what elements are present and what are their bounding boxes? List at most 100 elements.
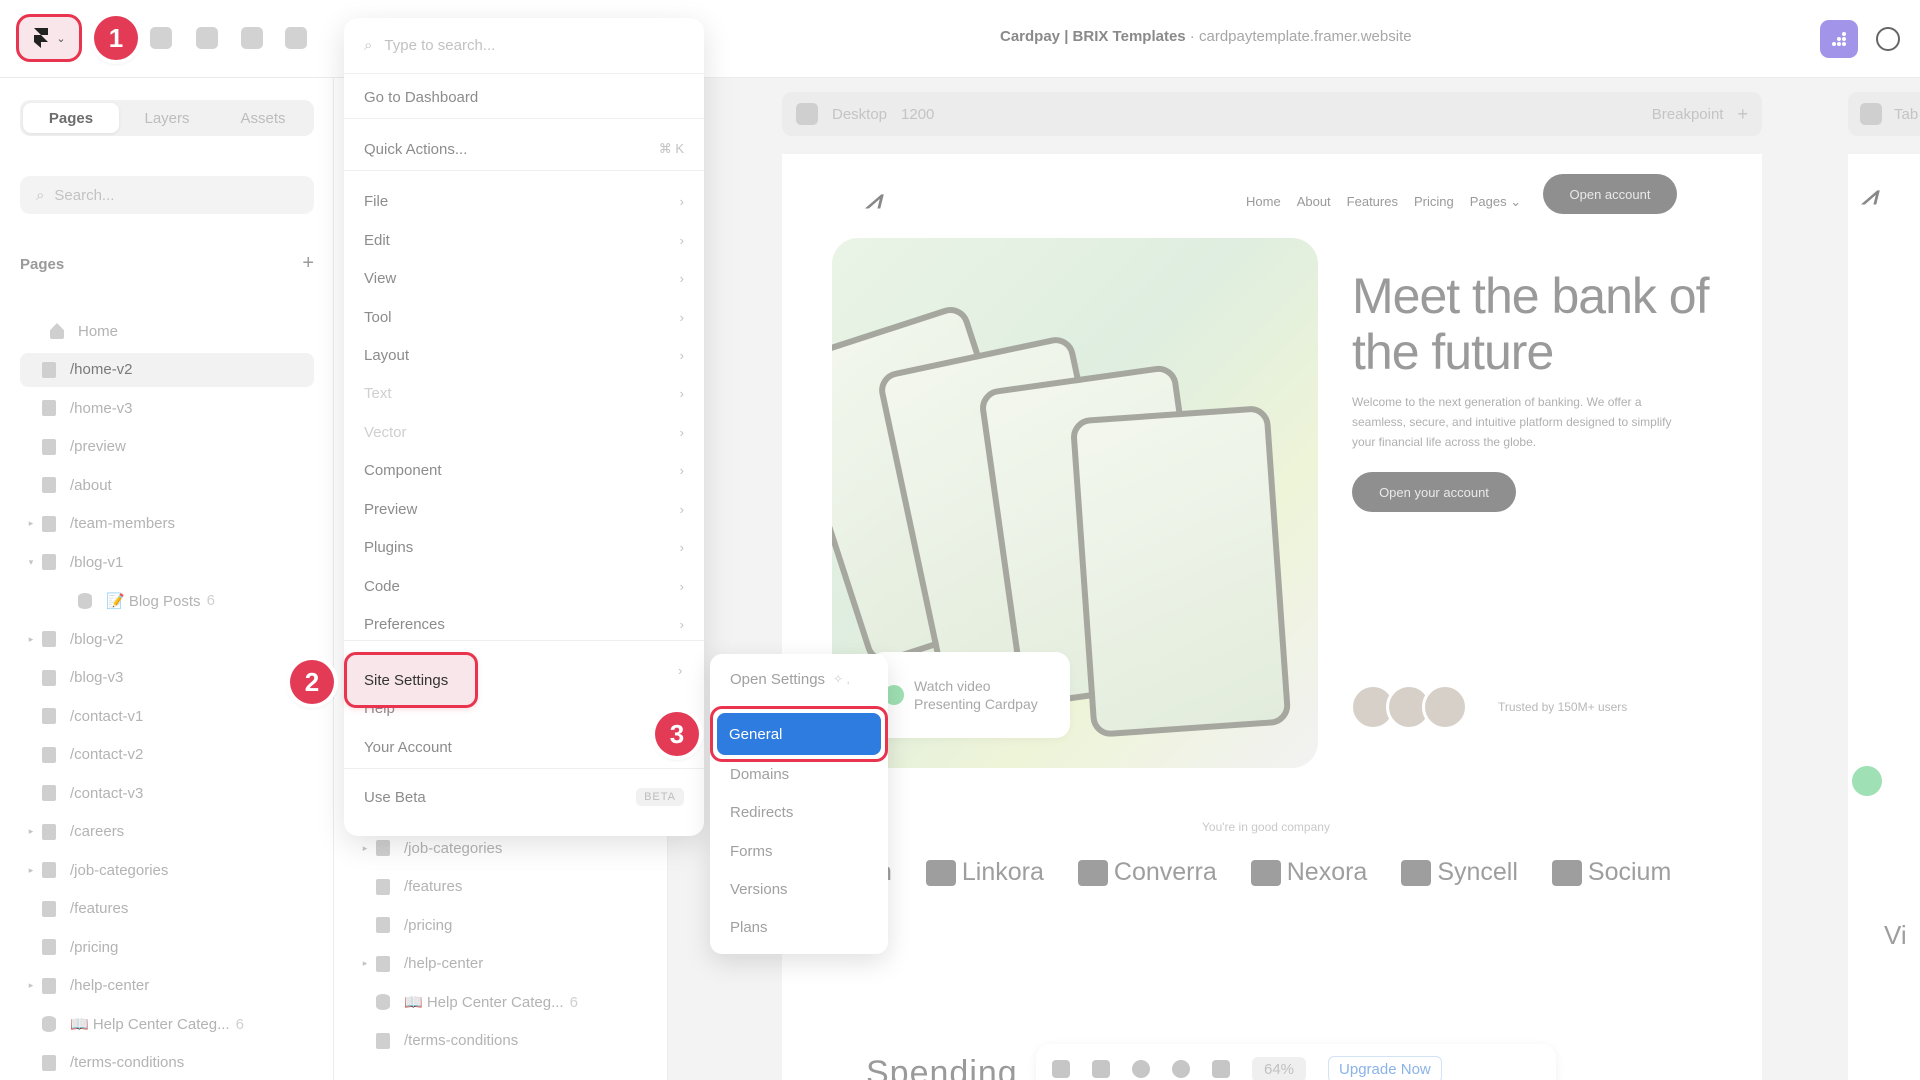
pages-search-input[interactable]: ⌕ Search... <box>20 176 314 214</box>
hand-icon[interactable] <box>1092 1060 1110 1078</box>
page-item[interactable]: ▸ /help-center <box>354 947 654 981</box>
menu-item-your-account[interactable]: Your Account <box>344 728 704 766</box>
menu-item-component[interactable]: Component › <box>344 451 704 489</box>
vector-tool-icon[interactable] <box>241 27 263 49</box>
site-settings-menu-item[interactable]: Site Settings <box>344 652 478 708</box>
trusted-text: Trusted by 150M+ users <box>1498 700 1628 714</box>
submenu-item-open-settings[interactable]: Open Settings ✧ , <box>710 660 888 698</box>
menu-item-preferences[interactable]: Preferences › <box>344 605 704 643</box>
submenu-item-versions[interactable]: Versions <box>710 870 888 908</box>
brand-linkora: Linkora <box>925 858 1044 887</box>
expand-arrow-icon[interactable]: ▸ <box>20 518 42 529</box>
page-item[interactable]: /contact-v2 <box>20 738 314 772</box>
submenu-item-plans[interactable]: Plans <box>710 908 888 946</box>
page-item[interactable]: /features <box>354 870 654 904</box>
expand-arrow-icon[interactable]: ▸ <box>20 826 42 837</box>
menu-item-label: Code <box>364 577 400 595</box>
page-item[interactable]: ▸ /team-members <box>20 507 314 541</box>
submenu-item-general[interactable]: General <box>710 706 888 762</box>
expand-arrow-icon[interactable]: ▸ <box>20 865 42 876</box>
page-item[interactable]: /contact-v1 <box>20 699 314 733</box>
preview-play-icon[interactable] <box>1860 103 1882 125</box>
expand-arrow-icon[interactable]: ▸ <box>20 634 42 645</box>
nav-features: Features <box>1346 194 1398 209</box>
tablet-frame[interactable]: ⩘ Vi <box>1848 154 1920 1080</box>
submenu-item-redirects[interactable]: Redirects <box>710 793 888 831</box>
upgrade-now-button[interactable]: Upgrade Now <box>1328 1055 1442 1080</box>
tab-pages[interactable]: Pages <box>23 103 119 133</box>
page-item[interactable]: /blog-v3 <box>20 661 314 695</box>
page-item[interactable]: 📖 Help Center Categ... 6 <box>20 1007 314 1041</box>
frame2-label: Tab <box>1894 105 1919 123</box>
page-item[interactable]: ▾ /blog-v1 <box>20 545 314 579</box>
page-item[interactable]: /features <box>20 892 314 926</box>
menu-item-edit[interactable]: Edit › <box>344 221 704 259</box>
add-page-icon[interactable]: + <box>302 252 314 275</box>
page-item[interactable]: /contact-v3 <box>20 776 314 810</box>
globe-icon[interactable] <box>1876 27 1900 51</box>
expand-arrow-icon[interactable]: ▸ <box>354 843 376 854</box>
text-tool-icon[interactable] <box>196 27 218 49</box>
cardpay-logo-icon: ⩘ <box>866 184 881 214</box>
site-settings-submenu: Open Settings ✧ , Domains Redirects Form… <box>710 654 888 954</box>
menu-item-file[interactable]: File › <box>344 182 704 220</box>
menu-item-view[interactable]: View › <box>344 259 704 297</box>
menu-item-preview[interactable]: Preview › <box>344 490 704 528</box>
page-icon <box>42 977 56 994</box>
menu-item-layout[interactable]: Layout › <box>344 336 704 374</box>
tab-assets[interactable]: Assets <box>215 103 311 133</box>
page-item[interactable]: /home-v2 <box>20 352 314 387</box>
expand-arrow-icon[interactable]: ▾ <box>20 557 42 568</box>
insert-icon[interactable] <box>150 27 172 49</box>
expand-arrow-icon[interactable]: ▸ <box>20 980 42 991</box>
frame-header-tablet[interactable]: Tab <box>1848 92 1920 136</box>
menu-item-plugins[interactable]: Plugins › <box>344 528 704 566</box>
avatar-group <box>1350 684 1468 730</box>
page-item[interactable]: /terms-conditions <box>354 1024 654 1058</box>
page-item[interactable]: 📖 Help Center Categ... 6 <box>354 985 654 1019</box>
page-item[interactable]: /preview <box>20 430 314 464</box>
page-item[interactable]: /pricing <box>354 908 654 942</box>
page-item[interactable]: ▸ /blog-v2 <box>20 622 314 656</box>
converra-logo-icon <box>1077 859 1108 886</box>
zoom-level[interactable]: 64% <box>1252 1056 1307 1080</box>
grid-icon[interactable] <box>1212 1060 1230 1078</box>
left-panel: Pages Layers Assets ⌕ Search... Pages + … <box>0 78 334 1080</box>
beta-badge: BETA <box>636 788 684 806</box>
moon-icon[interactable] <box>1172 1060 1190 1078</box>
page-item[interactable]: ▸ /job-categories <box>20 853 314 887</box>
page-item[interactable]: /home-v3 <box>20 391 314 425</box>
page-label: /careers <box>70 823 125 840</box>
desktop-frame[interactable]: ⩘ Home About Features Pricing Pages ⌄ Op… <box>782 154 1762 1080</box>
page-item[interactable]: 📝 Blog Posts 6 <box>20 584 314 618</box>
frame-header-desktop[interactable]: Desktop 1200 Breakpoint + <box>782 92 1762 136</box>
menu-item-label: Layout <box>364 346 410 364</box>
breakpoint-label[interactable]: Breakpoint <box>1652 106 1724 123</box>
menu-search-input[interactable]: ⌕ Type to search... <box>344 18 704 74</box>
publish-analytics-button[interactable] <box>1820 20 1858 58</box>
page-item[interactable]: /pricing <box>20 930 314 964</box>
page-item[interactable]: /terms-conditions <box>20 1046 314 1080</box>
submenu-item-forms[interactable]: Forms <box>710 832 888 870</box>
tab-layers[interactable]: Layers <box>119 103 215 133</box>
cursor-icon[interactable] <box>1052 1060 1070 1078</box>
menu-item-go-to-dashboard[interactable]: Go to Dashboard <box>344 78 704 116</box>
page-item[interactable]: Home <box>20 314 314 348</box>
framer-menu-button[interactable]: ⌄ <box>16 14 82 62</box>
expand-arrow-icon[interactable]: ▸ <box>354 958 376 969</box>
page-item[interactable]: ▸ /help-center <box>20 969 314 1003</box>
item-count: 6 <box>206 592 215 609</box>
menu-item-quick-actions[interactable]: Quick Actions... ⌘ K <box>344 130 704 168</box>
page-item[interactable]: ▸ /job-categories <box>354 831 654 865</box>
page-item[interactable]: /about <box>20 468 314 502</box>
cms-icon[interactable] <box>285 27 307 49</box>
add-breakpoint-icon[interactable]: + <box>1737 104 1748 125</box>
page-label: /help-center <box>404 955 484 972</box>
preview-play-icon[interactable] <box>796 103 818 125</box>
menu-item-use-beta[interactable]: Use Beta BETA <box>344 778 704 816</box>
menu-item-code[interactable]: Code › <box>344 567 704 605</box>
page-item[interactable]: ▸ /careers <box>20 815 314 849</box>
menu-item-label: Vector <box>364 423 407 441</box>
comment-icon[interactable] <box>1132 1060 1150 1078</box>
menu-item-tool[interactable]: Tool › <box>344 298 704 336</box>
